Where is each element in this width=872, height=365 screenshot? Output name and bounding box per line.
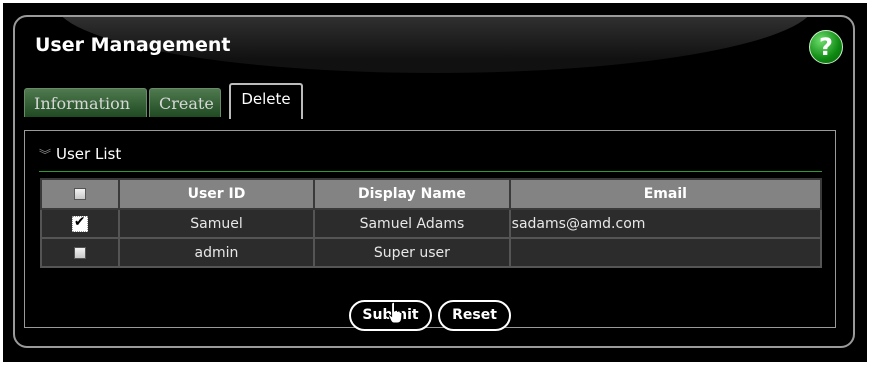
section-divider (39, 171, 822, 172)
row-checkbox[interactable] (71, 214, 88, 232)
double-chevron-down-icon[interactable]: ︾ (39, 148, 51, 162)
user-management-panel: User Management ? Information Create Del… (13, 15, 855, 348)
column-header-email: Email (508, 178, 823, 210)
column-header-user-id: User ID (117, 178, 316, 210)
user-id-cell: admin (117, 237, 316, 268)
row-select-cell (40, 208, 120, 239)
tab-delete[interactable]: Delete (229, 83, 303, 119)
row-select-cell (40, 237, 120, 268)
user-table: User ID Display Name Email Samuel Samuel… (40, 178, 823, 268)
page-title: User Management (35, 34, 231, 56)
display-name-cell: Super user (313, 237, 511, 268)
email-cell: sadams@amd.com (508, 208, 823, 239)
table-row: Samuel Samuel Adams sadams@amd.com (40, 208, 823, 239)
section-header: ︾ User List (39, 145, 121, 163)
user-list-box: ︾ User List User ID Display Name Email Sa… (24, 130, 836, 331)
help-icon[interactable]: ? (809, 30, 843, 64)
select-all-checkbox[interactable] (73, 188, 86, 200)
table-row: admin Super user (40, 237, 823, 268)
reset-button[interactable]: Reset (438, 300, 511, 331)
select-all-header (40, 178, 120, 210)
tab-information[interactable]: Information (24, 88, 147, 117)
column-header-display-name: Display Name (313, 178, 511, 210)
email-cell (508, 237, 823, 268)
tab-create[interactable]: Create (149, 88, 221, 117)
user-id-cell: Samuel (117, 208, 316, 239)
display-name-cell: Samuel Adams (313, 208, 511, 239)
table-header-row: User ID Display Name Email (40, 178, 823, 210)
section-title: User List (56, 145, 122, 163)
hand-cursor-icon (388, 302, 402, 324)
row-checkbox[interactable] (73, 246, 86, 259)
